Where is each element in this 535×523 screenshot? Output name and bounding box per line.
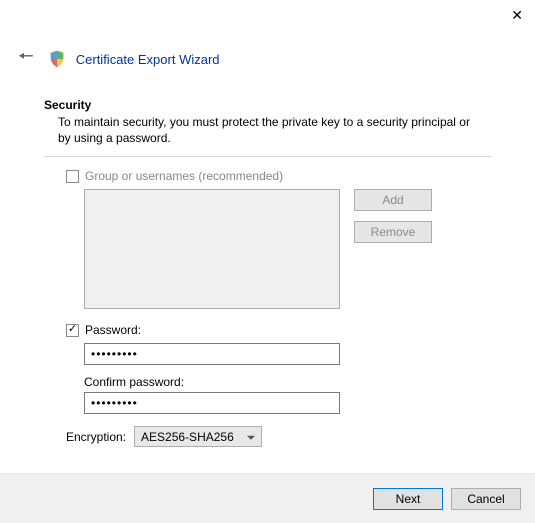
password-label: Password:: [85, 323, 141, 337]
password-field-block: [84, 343, 491, 365]
group-users-listbox: [84, 189, 340, 309]
group-users-label: Group or usernames (recommended): [85, 169, 283, 183]
wizard-header: 🠔 Certificate Export Wizard: [14, 42, 521, 76]
add-button[interactable]: Add: [354, 189, 432, 211]
page-description: To maintain security, you must protect t…: [58, 114, 478, 146]
group-users-area: Add Remove: [84, 189, 491, 309]
password-input[interactable]: [84, 343, 340, 365]
wizard-window: ✕ 🠔 Certificate Export Wizard Security T…: [0, 0, 535, 523]
password-option[interactable]: Password:: [66, 323, 491, 337]
encryption-select[interactable]: AES256-SHA256: [134, 426, 262, 447]
separator: [44, 156, 491, 157]
group-users-checkbox[interactable]: [66, 170, 79, 183]
confirm-password-block: Confirm password:: [84, 375, 491, 414]
wizard-title: Certificate Export Wizard: [76, 52, 220, 67]
remove-button[interactable]: Remove: [354, 221, 432, 243]
encryption-row: Encryption: AES256-SHA256: [66, 426, 491, 447]
page-heading: Security: [44, 98, 491, 112]
wizard-body: Security To maintain security, you must …: [44, 98, 491, 457]
close-icon[interactable]: ✕: [511, 8, 523, 22]
confirm-password-input[interactable]: [84, 392, 340, 414]
next-button[interactable]: Next: [373, 488, 443, 510]
cancel-button[interactable]: Cancel: [451, 488, 521, 510]
encryption-label: Encryption:: [66, 430, 126, 444]
certificate-shield-icon: [48, 50, 66, 68]
confirm-password-label: Confirm password:: [84, 375, 491, 389]
encryption-selected-value: AES256-SHA256: [141, 430, 234, 444]
security-section: Group or usernames (recommended) Add Rem…: [66, 169, 491, 447]
group-users-option[interactable]: Group or usernames (recommended): [66, 169, 491, 183]
wizard-footer: Next Cancel: [0, 473, 535, 523]
back-arrow-icon[interactable]: 🠔: [14, 42, 38, 76]
password-checkbox[interactable]: [66, 324, 79, 337]
group-users-buttons: Add Remove: [354, 189, 432, 309]
